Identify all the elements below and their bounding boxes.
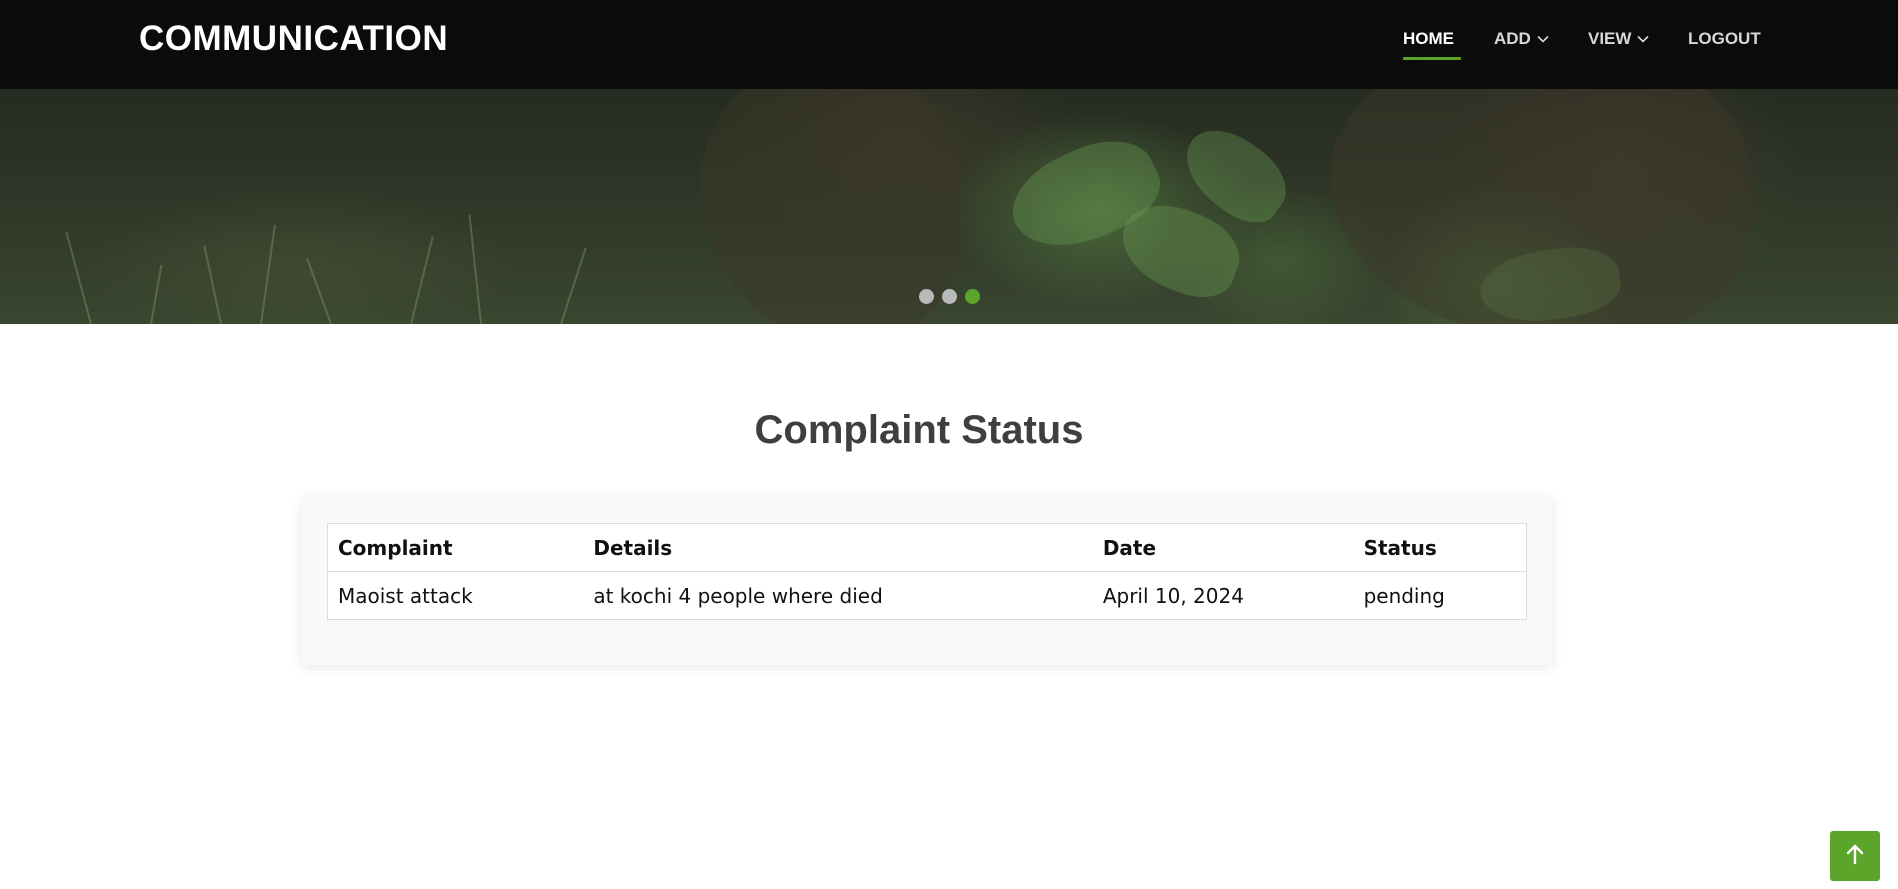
carousel-indicators xyxy=(919,289,980,304)
page-title: Complaint Status xyxy=(754,408,1084,452)
table-header-row: Complaint Details Date Status xyxy=(327,523,1527,572)
arrow-up-icon xyxy=(1845,843,1865,870)
cell-date: April 10, 2024 xyxy=(1092,571,1354,620)
column-header-details: Details xyxy=(583,523,1093,572)
nav-add[interactable]: ADD xyxy=(1494,28,1549,50)
nav-view[interactable]: VIEW xyxy=(1588,28,1650,50)
cell-complaint: Maoist attack xyxy=(327,571,584,620)
carousel-dot-3[interactable] xyxy=(965,289,980,304)
cell-details: at kochi 4 people where died xyxy=(583,571,1093,620)
chevron-down-icon xyxy=(1637,33,1650,45)
back-to-top-button[interactable] xyxy=(1830,831,1880,881)
nav-logout-label: LOGOUT xyxy=(1688,29,1761,48)
nav-home[interactable]: HOME xyxy=(1403,28,1461,60)
table-row: Maoist attack at kochi 4 people where di… xyxy=(327,571,1527,620)
chevron-down-icon xyxy=(1537,33,1549,45)
cell-status: pending xyxy=(1353,571,1527,620)
carousel-dot-2[interactable] xyxy=(942,289,957,304)
complaint-table: Complaint Details Date Status Maoist att… xyxy=(327,523,1527,620)
nav-home-label: HOME xyxy=(1403,29,1454,48)
nav-active-underline xyxy=(1403,57,1461,60)
brand-logo[interactable]: COMMUNICATION xyxy=(139,19,448,59)
complaint-status-card: Complaint Details Date Status Maoist att… xyxy=(302,497,1552,665)
column-header-status: Status xyxy=(1353,523,1527,572)
top-navbar: COMMUNICATION HOME ADD VIEW LOGOUT xyxy=(0,0,1898,89)
nav-logout[interactable]: LOGOUT xyxy=(1688,28,1761,50)
column-header-date: Date xyxy=(1092,523,1354,572)
nav-view-label: VIEW xyxy=(1588,29,1632,48)
hero-shrub xyxy=(700,60,960,324)
nav-add-label: ADD xyxy=(1494,29,1531,48)
column-header-complaint: Complaint xyxy=(327,523,584,572)
carousel-dot-1[interactable] xyxy=(919,289,934,304)
